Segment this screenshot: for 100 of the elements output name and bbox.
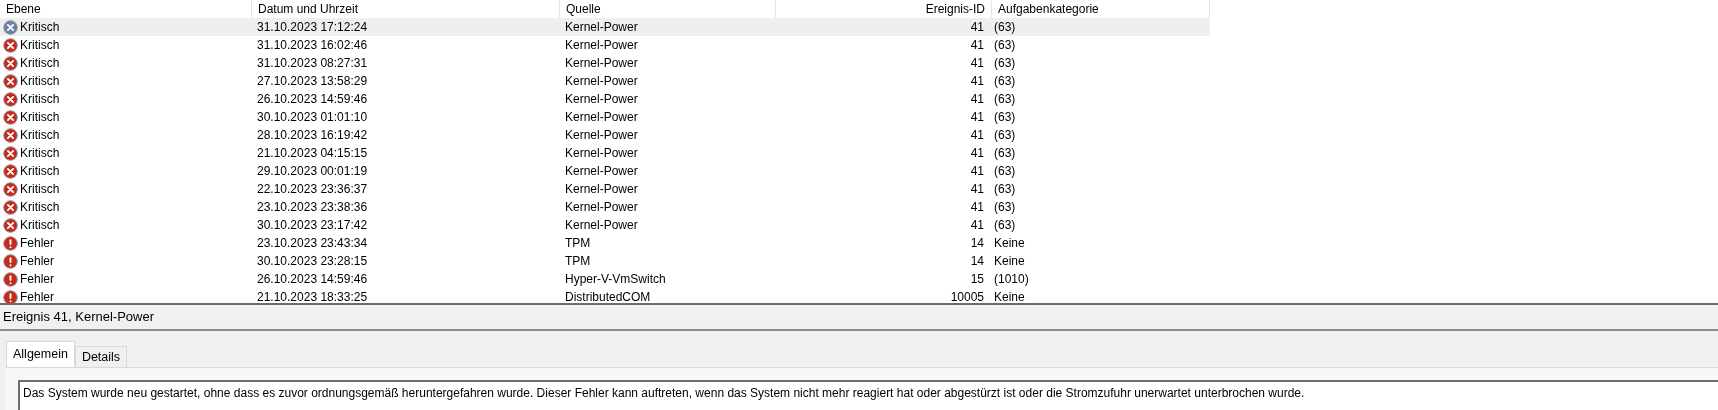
source-cell: Kernel-Power — [565, 164, 638, 178]
level-cell-text: Kritisch — [20, 217, 60, 234]
date-cell: 21.10.2023 18:33:25 — [257, 290, 368, 303]
date-cell: 30.10.2023 23:28:15 — [257, 254, 368, 268]
date-cell: 26.10.2023 14:59:46 — [257, 92, 368, 106]
event-row[interactable]: Kritisch 26.10.2023 14:59:46 Kernel-Power 41 (63) — [0, 90, 1210, 108]
critical-error-icon — [3, 199, 18, 215]
tab[interactable]: Allgemein — [6, 341, 75, 367]
critical-error-icon — [3, 37, 18, 53]
category-cell: (63) — [994, 146, 1016, 160]
event-id-cell: 14 — [970, 254, 984, 268]
level-cell-text: Fehler — [20, 271, 54, 288]
date-cell: 31.10.2023 16:02:46 — [257, 38, 368, 52]
critical-error-icon — [3, 181, 18, 197]
event-id-cell: 41 — [970, 92, 984, 106]
event-id-cell: 41 — [970, 128, 984, 142]
source-cell: TPM — [565, 254, 591, 268]
category-cell: (63) — [994, 92, 1016, 106]
category-cell: Keine — [994, 254, 1025, 268]
critical-error-icon — [3, 91, 18, 107]
category-cell: Keine — [994, 290, 1025, 303]
event-id-cell: 15 — [970, 272, 984, 286]
date-cell: 21.10.2023 04:15:15 — [257, 146, 368, 160]
critical-error-icon — [3, 127, 18, 143]
source-cell: Kernel-Power — [565, 38, 638, 52]
source-cell: Kernel-Power — [565, 128, 638, 142]
critical-error-icon — [3, 73, 18, 89]
tab[interactable]: Details — [74, 346, 128, 367]
event-id-cell: 41 — [970, 74, 984, 88]
category-cell: (63) — [994, 110, 1016, 124]
event-title-bar: Ereignis 41, Kernel-Power — [0, 305, 1718, 331]
event-id-cell: 41 — [970, 164, 984, 178]
critical-error-icon — [3, 55, 18, 71]
event-row[interactable]: Fehler 26.10.2023 14:59:46 Hyper-V-VmSwitch 15 (1010) — [0, 270, 1210, 288]
source-cell: Kernel-Power — [565, 56, 638, 70]
event-row[interactable]: Kritisch 31.10.2023 17:12:24 Kernel-Power 41 (63) — [0, 18, 1210, 36]
date-cell: 30.10.2023 01:01:10 — [257, 110, 368, 124]
source-cell: Kernel-Power — [565, 182, 638, 196]
source-cell: Kernel-Power — [565, 20, 638, 34]
category-cell: Keine — [994, 236, 1025, 250]
event-row[interactable]: Kritisch 31.10.2023 16:02:46 Kernel-Power 41 (63) — [0, 36, 1210, 54]
event-row[interactable]: Kritisch 22.10.2023 23:36:37 Kernel-Power 41 (63) — [0, 180, 1210, 198]
level-cell-text: Kritisch — [20, 163, 60, 180]
date-cell: 26.10.2023 14:59:46 — [257, 272, 368, 286]
level-cell-text: Kritisch — [20, 199, 60, 216]
category-cell: (63) — [994, 128, 1016, 142]
level-cell-text: Kritisch — [20, 73, 60, 90]
event-row[interactable]: Kritisch 30.10.2023 23:17:42 Kernel-Power 41 (63) — [0, 216, 1210, 234]
level-cell-text: Kritisch — [20, 91, 60, 108]
event-row[interactable]: Kritisch 30.10.2023 01:01:10 Kernel-Power 41 (63) — [0, 108, 1210, 126]
level-cell-text: Fehler — [20, 289, 54, 303]
source-cell: Kernel-Power — [565, 92, 638, 106]
source-cell: Kernel-Power — [565, 110, 638, 124]
event-row[interactable]: Kritisch 28.10.2023 16:19:42 Kernel-Power 41 (63) — [0, 126, 1210, 144]
event-row[interactable]: Fehler 21.10.2023 18:33:25 DistributedCOM 10005 Keine — [0, 288, 1210, 303]
event-row[interactable]: Kritisch 23.10.2023 23:38:36 Kernel-Power 41 (63) — [0, 198, 1210, 216]
level-cell-text: Fehler — [20, 235, 54, 252]
category-cell: (63) — [994, 74, 1016, 88]
source-cell: Kernel-Power — [565, 200, 638, 214]
critical-error-icon — [3, 163, 18, 179]
event-id-cell: 41 — [970, 200, 984, 214]
event-id-cell: 41 — [970, 110, 984, 124]
source-cell: Kernel-Power — [565, 74, 638, 88]
category-cell: (63) — [994, 20, 1016, 34]
source-cell: Hyper-V-VmSwitch — [565, 272, 666, 286]
event-id-cell: 14 — [970, 236, 984, 250]
source-cell: Kernel-Power — [565, 218, 638, 232]
source-cell: DistributedCOM — [565, 290, 651, 303]
event-row[interactable]: Fehler 30.10.2023 23:28:15 TPM 14 Keine — [0, 252, 1210, 270]
event-row[interactable]: Kritisch 21.10.2023 04:15:15 Kernel-Power 41 (63) — [0, 144, 1210, 162]
date-cell: 31.10.2023 08:27:31 — [257, 56, 368, 70]
level-cell-text: Kritisch — [20, 181, 60, 198]
level-cell-text: Kritisch — [20, 145, 60, 162]
event-row[interactable]: Fehler 23.10.2023 23:43:34 TPM 14 Keine — [0, 234, 1210, 252]
date-cell: 30.10.2023 23:17:42 — [257, 218, 368, 232]
level-cell-text: Kritisch — [20, 19, 60, 36]
date-cell: 23.10.2023 23:38:36 — [257, 200, 368, 214]
category-cell: (63) — [994, 182, 1016, 196]
event-id-cell: 41 — [970, 218, 984, 232]
category-cell: (63) — [994, 200, 1016, 214]
event-id-cell: 41 — [970, 20, 984, 34]
event-row[interactable]: Kritisch 31.10.2023 08:27:31 Kernel-Power 41 (63) — [0, 54, 1210, 72]
error-icon — [3, 271, 18, 287]
event-row[interactable]: Kritisch 29.10.2023 00:01:19 Kernel-Power 41 (63) — [0, 162, 1210, 180]
level-cell-text: Kritisch — [20, 127, 60, 144]
event-row[interactable]: Kritisch 27.10.2023 13:58:29 Kernel-Power 41 (63) — [0, 72, 1210, 90]
level-cell-text: Kritisch — [20, 55, 60, 72]
error-icon — [3, 253, 18, 269]
category-cell: (1010) — [994, 272, 1029, 286]
event-id-cell: 10005 — [950, 290, 984, 303]
category-cell: (63) — [994, 164, 1016, 178]
critical-error-icon — [3, 109, 18, 125]
event-id-cell: 41 — [970, 38, 984, 52]
event-id-cell: 41 — [970, 56, 984, 70]
date-cell: 29.10.2023 00:01:19 — [257, 164, 368, 178]
critical-error-icon — [3, 19, 18, 35]
category-cell: (63) — [994, 38, 1016, 52]
event-id-cell: 41 — [970, 146, 984, 160]
level-cell-text: Kritisch — [20, 109, 60, 126]
date-cell: 22.10.2023 23:36:37 — [257, 182, 368, 196]
